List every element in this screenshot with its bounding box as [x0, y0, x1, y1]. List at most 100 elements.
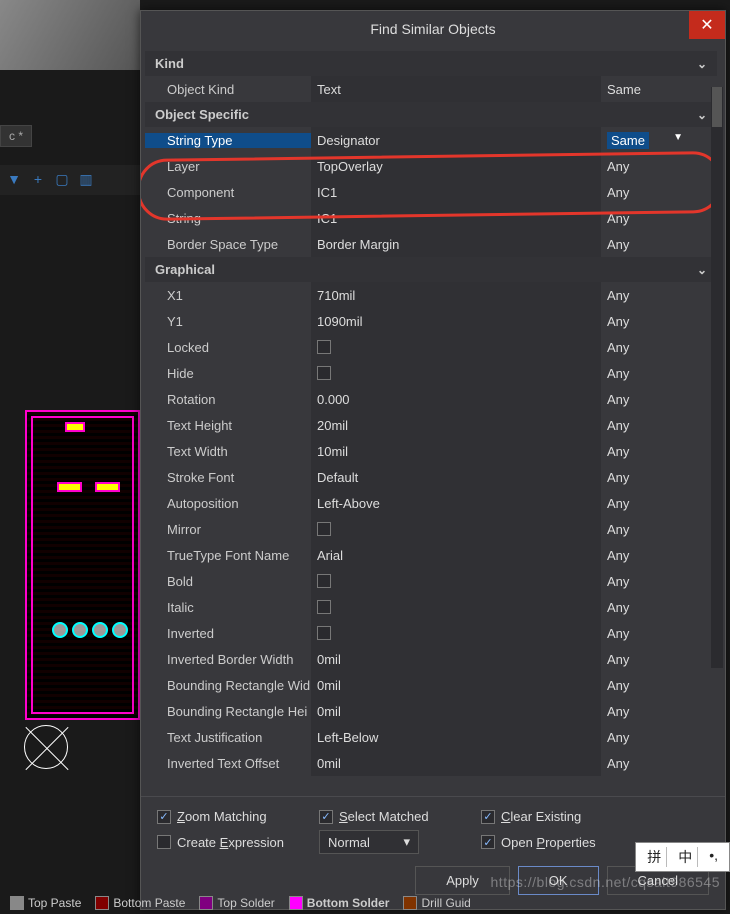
match-mode[interactable]: Same▼	[601, 132, 691, 149]
chart-icon[interactable]: ▥	[78, 171, 94, 187]
checkbox-icon[interactable]	[317, 600, 331, 614]
match-mode[interactable]: Any	[601, 600, 691, 615]
property-row[interactable]: BoldAny	[145, 568, 717, 594]
close-button[interactable]: ✕	[689, 11, 725, 39]
property-value[interactable]: 0mil	[311, 672, 601, 698]
match-mode[interactable]: Any	[601, 730, 691, 745]
property-row[interactable]: X1710milAny	[145, 282, 717, 308]
pcb-preview[interactable]	[25, 410, 140, 720]
property-row[interactable]: InvertedAny	[145, 620, 717, 646]
scrollbar[interactable]	[711, 87, 723, 668]
property-row[interactable]: AutopositionLeft-AboveAny	[145, 490, 717, 516]
clear-existing-checkbox[interactable]: Clear Existing	[481, 809, 631, 824]
property-value[interactable]: Left-Above	[311, 490, 601, 516]
property-row[interactable]: StringIC1Any	[145, 205, 717, 231]
property-value[interactable]: IC1	[311, 205, 601, 231]
plus-icon[interactable]: +	[30, 171, 46, 187]
property-row[interactable]: Stroke FontDefaultAny	[145, 464, 717, 490]
property-row[interactable]: Object KindTextSame	[145, 76, 717, 102]
property-row[interactable]: ItalicAny	[145, 594, 717, 620]
match-mode[interactable]: Any	[601, 237, 691, 252]
property-row[interactable]: Bounding Rectangle Wid0milAny	[145, 672, 717, 698]
property-row[interactable]: Text JustificationLeft-BelowAny	[145, 724, 717, 750]
property-value[interactable]: Text	[311, 76, 601, 102]
property-row[interactable]: TrueType Font NameArialAny	[145, 542, 717, 568]
property-value[interactable]: 710mil	[311, 282, 601, 308]
property-value[interactable]: 0mil	[311, 646, 601, 672]
match-mode[interactable]: Any	[601, 678, 691, 693]
checkbox-icon[interactable]	[317, 574, 331, 588]
property-value[interactable]: 10mil	[311, 438, 601, 464]
match-mode[interactable]: Any	[601, 159, 691, 174]
property-value[interactable]: 20mil	[311, 412, 601, 438]
property-row[interactable]: Inverted Text Offset0milAny	[145, 750, 717, 776]
checkbox-icon[interactable]	[317, 340, 331, 354]
match-mode[interactable]: Any	[601, 340, 691, 355]
property-value[interactable]: Default	[311, 464, 601, 490]
match-mode[interactable]: Any	[601, 704, 691, 719]
create-expression-checkbox[interactable]: Create Expression	[157, 835, 307, 850]
property-value[interactable]: 0mil	[311, 698, 601, 724]
match-mode[interactable]: Any	[601, 185, 691, 200]
mask-mode-select[interactable]: Normal▾	[319, 830, 469, 854]
section-header[interactable]: Graphical⌄	[145, 257, 717, 282]
property-value[interactable]: Arial	[311, 542, 601, 568]
select-icon[interactable]: ▢	[54, 171, 70, 187]
property-row[interactable]: Bounding Rectangle Hei0milAny	[145, 698, 717, 724]
property-grid[interactable]: Kind⌄Object KindTextSameObject Specific⌄…	[141, 47, 725, 796]
match-mode[interactable]: Any	[601, 288, 691, 303]
section-header[interactable]: Kind⌄	[145, 51, 717, 76]
match-mode[interactable]: Any	[601, 314, 691, 329]
match-mode[interactable]: Any	[601, 548, 691, 563]
match-mode[interactable]: Any	[601, 522, 691, 537]
match-mode[interactable]: Any	[601, 756, 691, 771]
section-header[interactable]: Object Specific⌄	[145, 102, 717, 127]
property-row[interactable]: String TypeDesignatorSame▼	[145, 127, 717, 153]
match-mode[interactable]: Any	[601, 418, 691, 433]
match-mode[interactable]: Any	[601, 444, 691, 459]
property-value[interactable]: 0.000	[311, 386, 601, 412]
property-value[interactable]: 1090mil	[311, 308, 601, 334]
property-value[interactable]	[311, 568, 601, 594]
property-value[interactable]	[311, 334, 601, 360]
property-row[interactable]: LockedAny	[145, 334, 717, 360]
filter-icon[interactable]: ▼	[6, 171, 22, 187]
property-row[interactable]: MirrorAny	[145, 516, 717, 542]
match-mode[interactable]: Any	[601, 652, 691, 667]
open-properties-checkbox[interactable]: Open Properties	[481, 835, 631, 850]
property-value[interactable]: Border Margin	[311, 231, 601, 257]
match-mode[interactable]: Any	[601, 470, 691, 485]
checkbox-icon[interactable]	[317, 522, 331, 536]
property-row[interactable]: Rotation0.000Any	[145, 386, 717, 412]
property-value[interactable]: Designator	[311, 127, 601, 153]
property-row[interactable]: ComponentIC1Any	[145, 179, 717, 205]
match-mode[interactable]: Any	[601, 574, 691, 589]
property-value[interactable]: 0mil	[311, 750, 601, 776]
checkbox-icon[interactable]	[317, 626, 331, 640]
property-value[interactable]	[311, 594, 601, 620]
match-mode[interactable]: Any	[601, 496, 691, 511]
scrollbar-thumb[interactable]	[712, 87, 722, 127]
zoom-matching-checkbox[interactable]: Zoom Matching	[157, 809, 307, 824]
property-value[interactable]: Left-Below	[311, 724, 601, 750]
property-value[interactable]: TopOverlay	[311, 153, 601, 179]
property-row[interactable]: Border Space TypeBorder MarginAny	[145, 231, 717, 257]
ime-indicator[interactable]: 拼中•,	[635, 842, 730, 872]
layers-bar[interactable]: Top Paste Bottom Paste Top Solder Bottom…	[10, 896, 720, 910]
property-value[interactable]	[311, 360, 601, 386]
property-row[interactable]: HideAny	[145, 360, 717, 386]
match-mode[interactable]: Any	[601, 211, 691, 226]
property-value[interactable]: IC1	[311, 179, 601, 205]
property-row[interactable]: Text Height20milAny	[145, 412, 717, 438]
match-mode[interactable]: Any	[601, 626, 691, 641]
property-value[interactable]	[311, 620, 601, 646]
match-mode[interactable]: Any	[601, 392, 691, 407]
match-mode[interactable]: Any	[601, 366, 691, 381]
property-row[interactable]: LayerTopOverlayAny	[145, 153, 717, 179]
property-row[interactable]: Inverted Border Width0milAny	[145, 646, 717, 672]
checkbox-icon[interactable]	[317, 366, 331, 380]
match-mode[interactable]: Same	[601, 82, 691, 97]
document-tab[interactable]: c *	[0, 125, 32, 147]
property-row[interactable]: Text Width10milAny	[145, 438, 717, 464]
property-value[interactable]	[311, 516, 601, 542]
